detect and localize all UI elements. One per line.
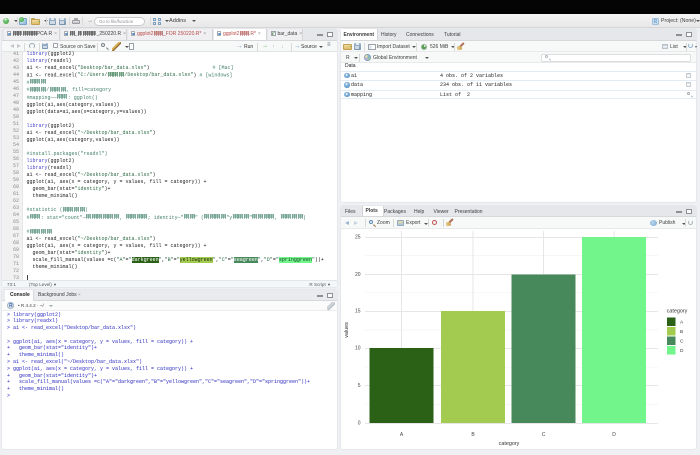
svg-text:15: 15 <box>355 309 361 315</box>
svg-text:0: 0 <box>358 421 361 427</box>
svg-text:D: D <box>612 432 616 438</box>
svg-text:B: B <box>471 432 475 438</box>
svg-text:A: A <box>400 432 404 438</box>
svg-text:C: C <box>542 432 546 438</box>
svg-text:category: category <box>499 441 520 447</box>
svg-text:D: D <box>680 348 684 354</box>
svg-text:10: 10 <box>355 346 361 352</box>
svg-text:20: 20 <box>355 272 361 278</box>
svg-text:values: values <box>344 322 350 338</box>
svg-text:category: category <box>667 309 688 315</box>
svg-text:5: 5 <box>358 383 361 389</box>
svg-text:C: C <box>680 339 684 345</box>
svg-text:A: A <box>680 320 684 326</box>
svg-text:25: 25 <box>355 235 361 241</box>
svg-text:B: B <box>680 329 683 335</box>
